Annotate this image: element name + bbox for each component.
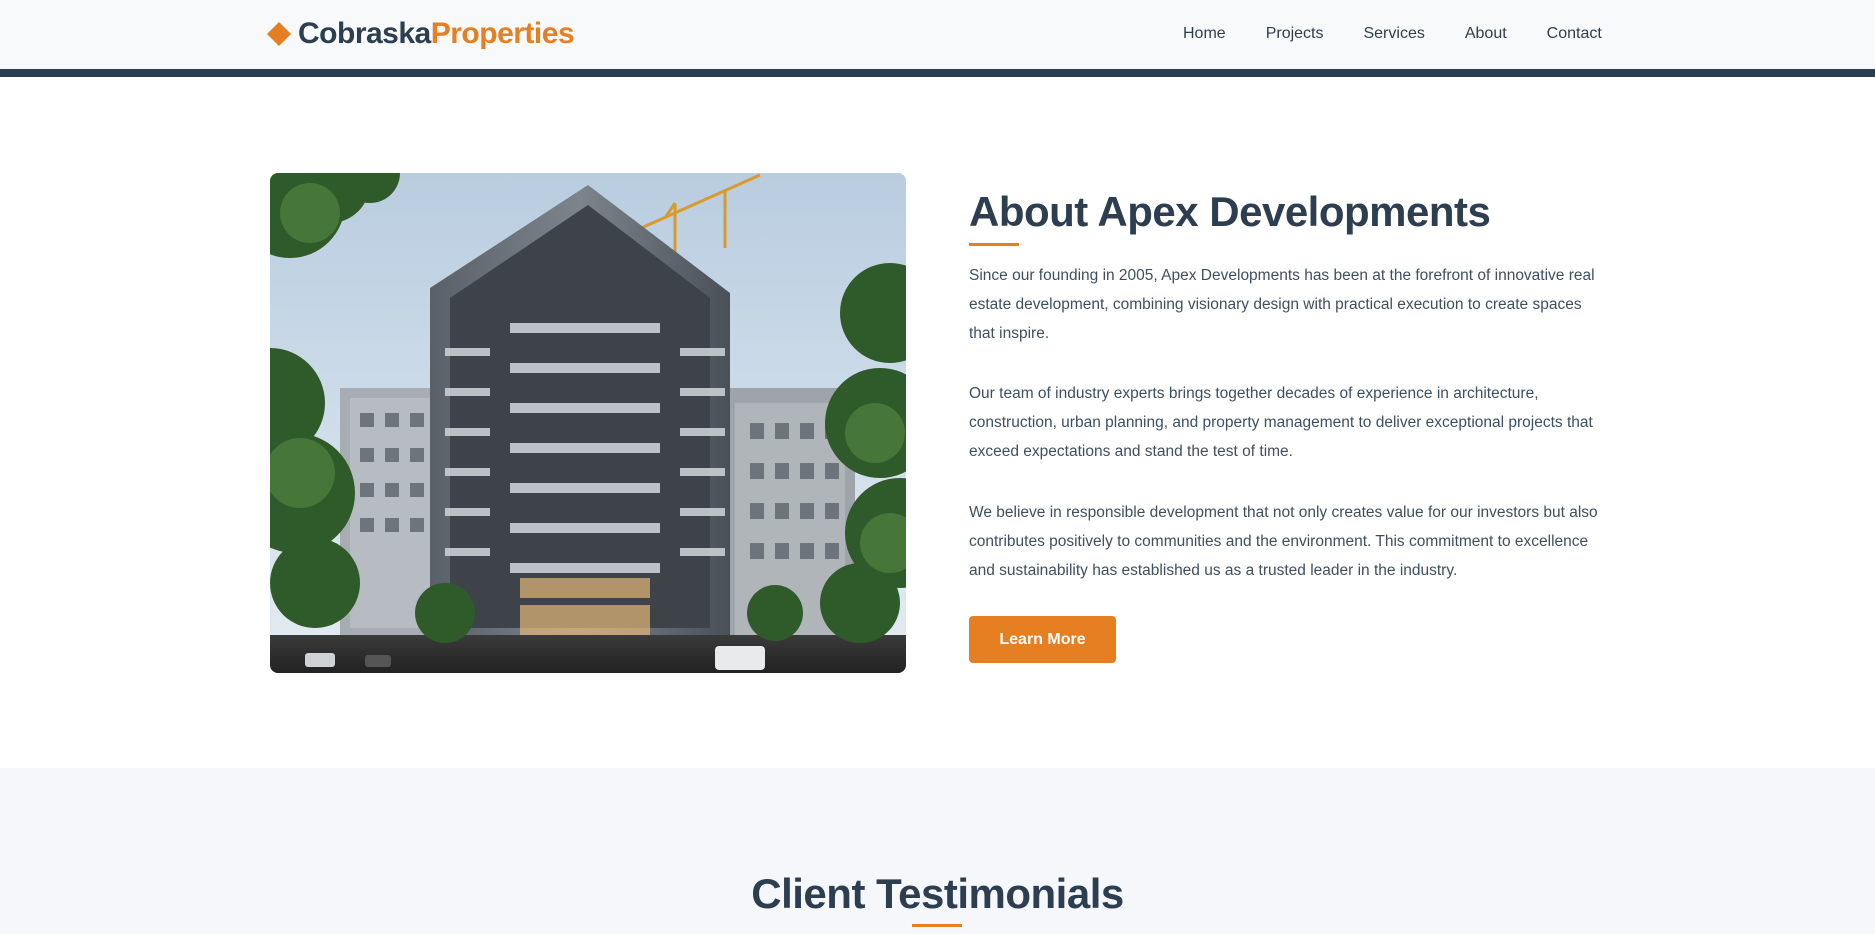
nav-services[interactable]: Services [1363,22,1424,46]
brand-logo[interactable]: CobraskaProperties [266,17,575,51]
main-nav: Home Projects Services About Contact [1183,22,1602,46]
nav-contact[interactable]: Contact [1547,22,1602,46]
about-title-underline [969,243,1019,246]
about-paragraph-2: Our team of industry experts brings toge… [969,385,1593,460]
brand-name: CobraskaProperties [298,17,575,51]
about-title: About Apex Developments [969,188,1491,235]
nav-home[interactable]: Home [1183,22,1226,46]
brand-name-part2: Properties [430,17,575,50]
nav-about[interactable]: About [1465,22,1507,46]
header-divider [0,69,1875,77]
testimonials-title: Client Testimonials [751,870,1124,917]
about-paragraph-3: We believe in responsible development th… [969,504,1598,579]
site-header: CobraskaProperties Home Projects Service… [0,0,1875,69]
brand-name-part1: Cobraska [298,17,431,50]
about-building-image [270,173,906,673]
testimonials-title-underline [912,924,962,927]
learn-more-button[interactable]: Learn More [969,616,1116,663]
nav-projects[interactable]: Projects [1266,22,1324,46]
diamond-icon [267,22,291,46]
about-paragraph-1: Since our founding in 2005, Apex Develop… [969,267,1595,342]
